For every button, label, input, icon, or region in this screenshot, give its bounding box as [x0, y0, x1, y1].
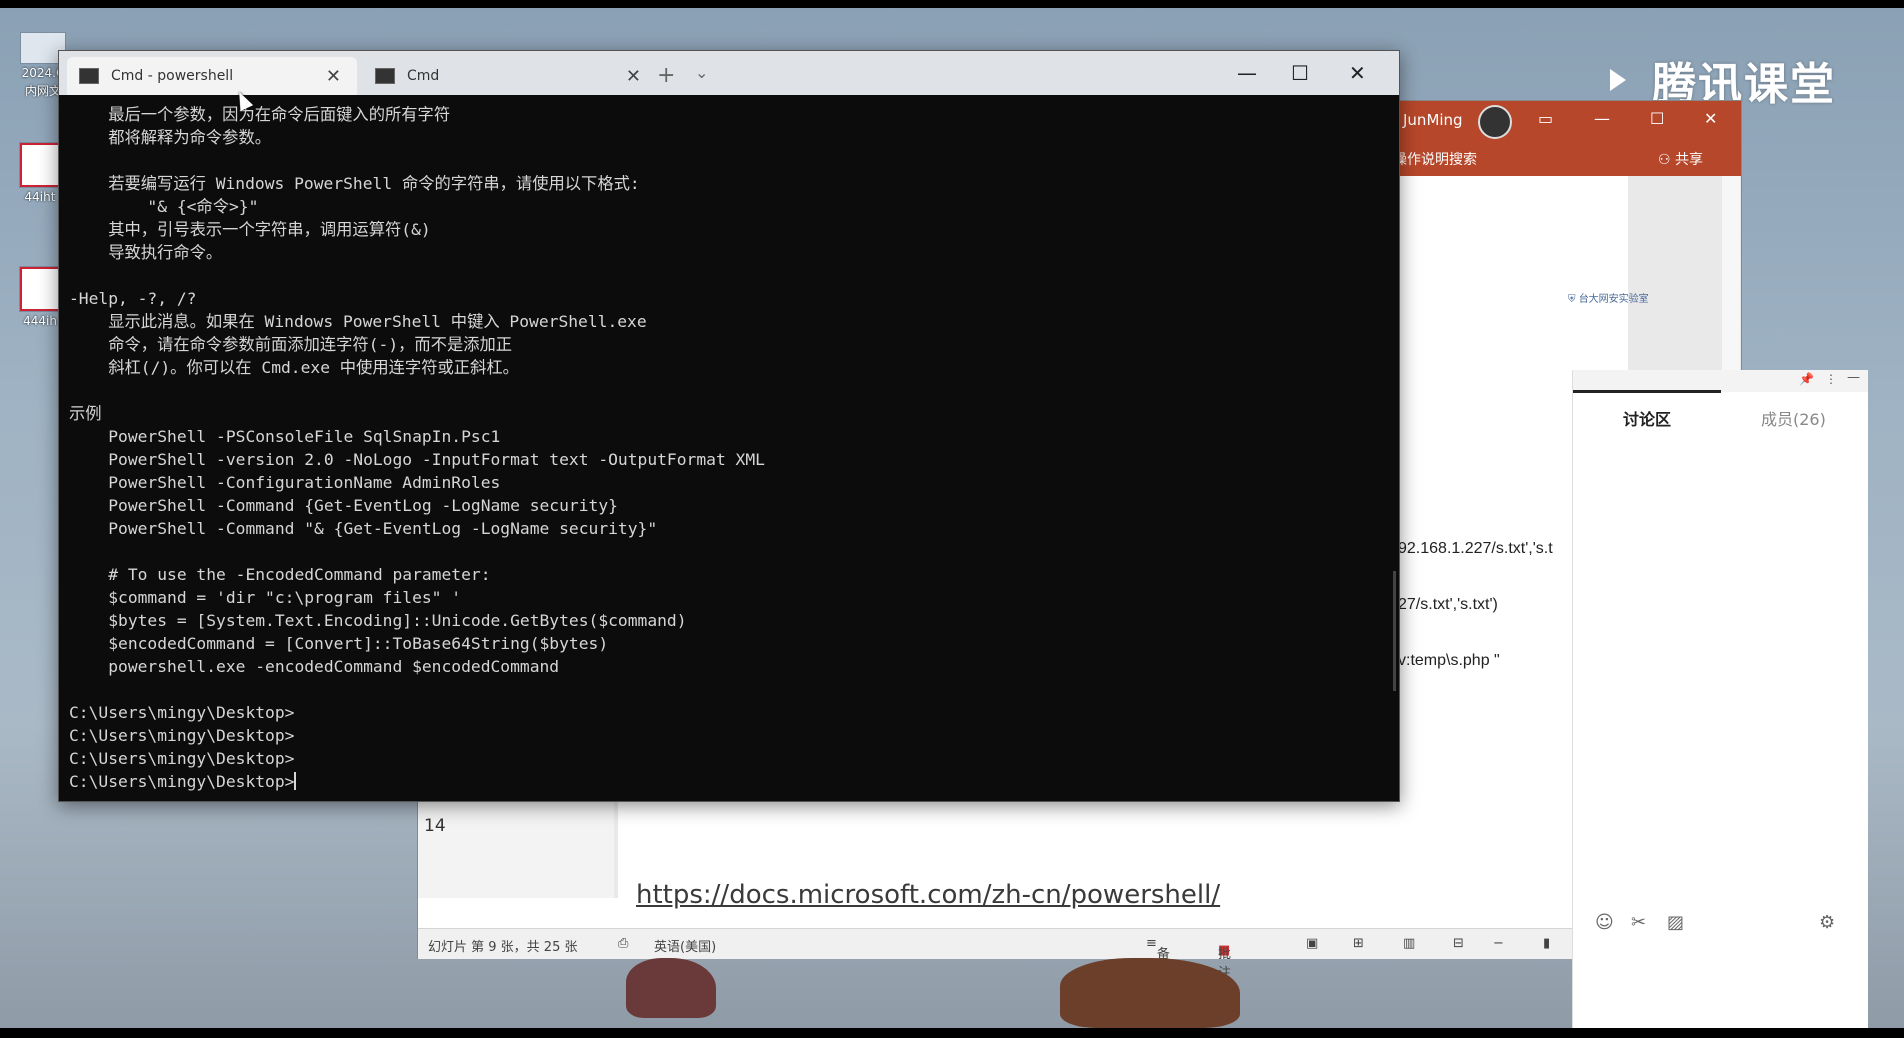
new-tab-button[interactable]: + — [657, 63, 675, 88]
person-icon: ⚇ — [1658, 152, 1676, 168]
share-button[interactable]: ⚇ 共享 — [1658, 149, 1703, 169]
close-button[interactable]: ✕ — [1349, 61, 1366, 85]
slide-text-fragment: 92.168.1.227/s.txt','s.t — [1398, 540, 1553, 557]
slideshow-icon[interactable]: ⊟ — [1453, 936, 1464, 951]
terminal-line: 命令，请在命令参数前面添加连字符(-)，而不是添加正 — [69, 335, 513, 354]
tab-discussion[interactable]: 讨论区 — [1623, 406, 1671, 430]
document-icon — [19, 266, 61, 312]
terminal-scrollbar[interactable] — [1393, 571, 1396, 691]
terminal-icon — [79, 68, 99, 84]
share-label: 共享 — [1675, 152, 1704, 168]
close-icon[interactable]: ✕ — [326, 66, 341, 87]
maximize-button[interactable]: ☐ — [1650, 109, 1664, 128]
terminal-line: -Help, -?, /? — [69, 289, 197, 308]
discussion-panel: 📌 ⋮ — 讨论区 成员(26) ☺ ✂ ▨ ⚙ — [1572, 370, 1868, 1032]
more-icon[interactable]: ⋮ — [1825, 372, 1837, 386]
terminal-line: 显示此消息。如果在 Windows PowerShell 中键入 PowerSh… — [69, 312, 647, 331]
ppt-statusbar: 幻灯片 第 9 张，共 25 张 ⎙ 英语(美国) ≡ 备注 ■ 批注 ▣ ⊞ … — [418, 928, 1741, 981]
tab-cmd-powershell[interactable]: Cmd - powershell ✕ — [67, 57, 357, 95]
powershell-docs-link[interactable]: https://docs.microsoft.com/zh-cn/powersh… — [636, 880, 1220, 910]
cartoon-figure-decoration — [1060, 958, 1240, 1028]
terminal-tab-bar: Cmd - powershell ✕ Cmd ✕ + ⌄ — ☐ ✕ — [59, 51, 1399, 95]
ribbon-display-icon[interactable]: ▭ — [1538, 109, 1553, 128]
shield-icon: ⛨ — [1568, 294, 1579, 305]
desktop-icon-label: 444ih — [23, 314, 57, 328]
windows-terminal-window: Cmd - powershell ✕ Cmd ✕ + ⌄ — ☐ ✕ 最后一个参… — [58, 50, 1400, 802]
slide-text-fragment: v:temp\s.php " — [1398, 652, 1500, 669]
terminal-icon — [375, 68, 395, 84]
terminal-line: powershell.exe -encodedCommand $encodedC… — [69, 657, 560, 676]
tab-cmd[interactable]: Cmd ✕ — [361, 57, 657, 95]
zoom-slider-thumb[interactable]: ▮ — [1543, 936, 1550, 951]
terminal-line: 最后一个参数，因为在命令后面键入的所有字符 — [69, 105, 451, 124]
slide-sorter-icon[interactable]: ⊞ — [1353, 936, 1364, 951]
active-tab-indicator — [1573, 390, 1721, 393]
text-cursor — [294, 772, 297, 790]
tab-title: Cmd - powershell — [111, 68, 234, 84]
pin-icon[interactable]: 📌 — [1799, 372, 1814, 386]
minimize-button[interactable]: — — [1594, 109, 1610, 128]
cartoon-shoe-decoration — [626, 958, 716, 1018]
terminal-output[interactable]: 最后一个参数，因为在命令后面键入的所有字符 都将解释为命令参数。 若要编写运行 … — [69, 103, 1389, 793]
minimize-button[interactable]: — — [1847, 370, 1860, 385]
terminal-line: $command = 'dir "c:\program files" ' — [69, 588, 462, 607]
document-icon — [19, 142, 61, 188]
terminal-line: PowerShell -Command "& {Get-EventLog -Lo… — [69, 519, 658, 538]
scissors-icon[interactable]: ✂ — [1631, 912, 1646, 933]
terminal-line: 都将解释为命令参数。 — [69, 128, 272, 147]
terminal-line: 示例 — [69, 404, 102, 423]
terminal-line: PowerShell -PSConsoleFile SqlSnapIn.Psc1 — [69, 427, 501, 446]
ppt-user-name[interactable]: JunMing — [1403, 111, 1463, 129]
terminal-line: 导致执行命令。 — [69, 243, 223, 262]
language-indicator[interactable]: 英语(美国) — [654, 936, 716, 955]
desktop: 2024.C 内网文 44iht 444ih 腾讯课堂 JunMing ▭ — … — [0, 0, 1904, 1038]
terminal-line: PowerShell -ConfigurationName AdminRoles — [69, 473, 501, 492]
terminal-line: 若要编写运行 Windows PowerShell 命令的字符串，请使用以下格式… — [69, 174, 640, 193]
close-button[interactable]: ✕ — [1704, 109, 1717, 128]
terminal-line: C:\Users\mingy\Desktop> — [69, 749, 295, 768]
reading-view-icon[interactable]: ▥ — [1403, 936, 1415, 951]
settings-icon[interactable]: ⚙ — [1819, 912, 1835, 933]
terminal-line: C:\Users\mingy\Desktop> — [69, 772, 295, 791]
terminal-line: 其中，引号表示一个字符串，调用运算符(&) — [69, 220, 431, 239]
image-icon[interactable]: ▨ — [1667, 912, 1684, 933]
terminal-line: C:\Users\mingy\Desktop> — [69, 726, 295, 745]
discussion-panel-topbar: 📌 ⋮ — — [1573, 370, 1868, 392]
terminal-line: $encodedCommand = [Convert]::ToBase64Str… — [69, 634, 609, 653]
terminal-line: C:\Users\mingy\Desktop> — [69, 703, 295, 722]
terminal-line: PowerShell -version 2.0 -NoLogo -InputFo… — [69, 450, 765, 469]
lab-logo-text: 台大网安实验室 — [1578, 294, 1649, 305]
normal-view-icon[interactable]: ▣ — [1306, 936, 1318, 951]
slide-counter: 幻灯片 第 9 张，共 25 张 — [428, 940, 578, 955]
terminal-line: $bytes = [System.Text.Encoding]::Unicode… — [69, 611, 687, 630]
tab-title: Cmd — [407, 68, 440, 84]
emoji-icon[interactable]: ☺ — [1595, 912, 1614, 933]
avatar[interactable] — [1478, 105, 1512, 139]
play-icon — [1610, 69, 1626, 91]
zoom-out-button[interactable]: − — [1493, 936, 1504, 951]
chevron-down-icon[interactable]: ⌄ — [695, 63, 708, 82]
slide-text-fragment: 27/s.txt','s.txt') — [1398, 596, 1498, 613]
minimize-button[interactable]: — — [1237, 61, 1257, 85]
terminal-line: # To use the -EncodedCommand parameter: — [69, 565, 491, 584]
notes-button[interactable]: ≡ 备注 — [1146, 936, 1170, 981]
maximize-button[interactable]: ☐ — [1291, 61, 1309, 85]
spellcheck-icon[interactable]: ⎙ — [618, 936, 628, 951]
terminal-line: 斜杠(/)。你可以在 Cmd.exe 中使用连字符或正斜杠。 — [69, 358, 519, 377]
slide-number: 14 — [424, 816, 446, 836]
ppt-search-hint[interactable]: 操作说明搜索 — [1393, 149, 1477, 169]
lab-logo: ⛨ 台大网安实验室 — [1568, 290, 1649, 305]
tab-members[interactable]: 成员(26) — [1761, 406, 1826, 430]
terminal-line: "& {<命令>}" — [69, 197, 259, 216]
terminal-line: PowerShell -Command {Get-EventLog -LogNa… — [69, 496, 618, 515]
desktop-icon-label: 内网文 — [24, 84, 61, 98]
desktop-icon-label: 44iht — [24, 190, 56, 204]
close-icon[interactable]: ✕ — [626, 66, 641, 87]
